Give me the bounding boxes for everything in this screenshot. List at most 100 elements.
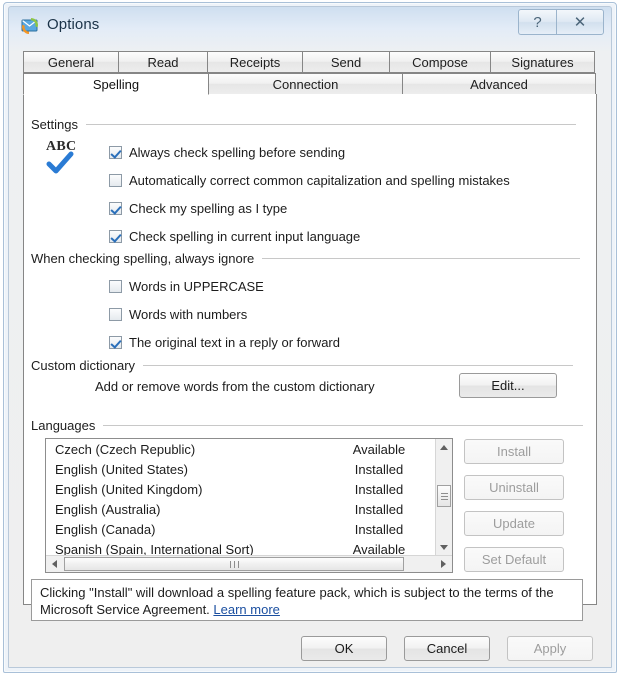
tab-spelling[interactable]: Spelling [23,73,209,95]
checkbox-indicator[interactable] [109,146,122,159]
checkbox-label: Words with numbers [129,307,248,322]
checkbox-label: Check spelling in current input language [129,229,361,244]
group-divider [262,258,581,259]
cancel-button[interactable]: Cancel [404,636,490,661]
language-name: English (Australia) [55,501,161,517]
tab-compose[interactable]: Compose [389,51,491,73]
group-header-custom-dictionary: Custom dictionary [31,358,583,373]
tab-receipts[interactable]: Receipts [207,51,303,73]
tab-strip: General Read Receipts Send Compose Signa… [23,51,597,95]
language-status: Installed [354,501,404,517]
group-divider [103,425,583,426]
language-row[interactable]: English (Australia) Installed [46,499,436,519]
checkbox-indicator[interactable] [109,308,122,321]
checkbox-label: Always check spelling before sending [129,145,346,160]
button-label: Apply [533,641,567,656]
language-status: Available [352,541,406,557]
language-row[interactable]: Czech (Czech Republic) Available [46,439,436,459]
group-label: Settings [31,117,78,132]
language-name: English (United Kingdom) [55,481,203,497]
button-label: Edit... [491,378,525,393]
tab-row-secondary: Spelling Connection Advanced [23,73,596,95]
tab-read[interactable]: Read [118,51,208,73]
language-name: English (Canada) [55,521,156,537]
tab-connection[interactable]: Connection [208,73,403,95]
languages-list-viewport: Czech (Czech Republic) Available English… [46,439,436,557]
window-title: Options [47,16,100,33]
tab-label: Connection [272,76,339,92]
scroll-down-arrow-icon[interactable] [436,539,452,556]
checkbox-indicator[interactable] [109,280,122,293]
checkbox-indicator[interactable] [109,202,122,215]
language-row[interactable]: English (United Kingdom) Installed [46,479,436,499]
checkbox-original-text-reply[interactable]: The original text in a reply or forward [109,335,340,350]
apply-button[interactable]: Apply [507,636,593,661]
tab-label: Spelling [92,76,140,92]
scroll-right-arrow-icon[interactable] [435,556,452,572]
tab-advanced[interactable]: Advanced [402,73,596,95]
uninstall-button[interactable]: Uninstall [464,475,564,500]
tab-label: Receipts [229,54,281,70]
button-label: Install [497,444,531,459]
group-header-languages: Languages [31,418,583,433]
horizontal-scroll-thumb[interactable] [64,557,404,571]
tab-signatures[interactable]: Signatures [490,51,595,73]
close-button[interactable]: ✕ [556,9,604,35]
help-button[interactable]: ? [518,9,556,35]
language-status: Installed [354,461,404,477]
tab-send[interactable]: Send [302,51,390,73]
group-label: When checking spelling, always ignore [31,251,255,266]
install-info-box: Clicking "Install" will download a spell… [31,579,583,621]
languages-horizontal-scrollbar[interactable] [46,555,452,572]
tab-label: Signatures [511,54,574,70]
scroll-up-arrow-icon[interactable] [436,439,452,456]
group-divider [85,124,576,125]
scroll-left-arrow-icon[interactable] [46,556,63,572]
checkbox-check-as-i-type[interactable]: Check my spelling as I type [109,201,287,216]
grip-icon [228,560,240,568]
options-window: Options ? ✕ General Read Receipts Send C… [3,2,617,673]
tab-label: Send [330,54,362,70]
checkbox-words-with-numbers[interactable]: Words with numbers [109,307,247,322]
edit-dictionary-button[interactable]: Edit... [459,373,557,398]
title-bar: Options ? ✕ [9,7,611,49]
checkbox-label: Automatically correct common capitalizat… [129,173,510,188]
update-button[interactable]: Update [464,511,564,536]
button-label: OK [334,641,354,656]
language-row[interactable]: Spanish (Spain, International Sort) Avai… [46,539,436,557]
caption-buttons: ? ✕ [518,9,604,35]
language-status: Installed [354,521,404,537]
install-info-sentence: Clicking "Install" will download a spell… [40,585,554,617]
options-dialog-screenshot: Options ? ✕ General Read Receipts Send C… [0,0,622,681]
install-info-text: Clicking "Install" will download a spell… [40,584,574,618]
tab-label: General [47,54,95,70]
checkbox-words-uppercase[interactable]: Words in UPPERCASE [109,279,264,294]
group-header-settings: Settings [31,117,583,132]
button-label: Cancel [426,641,468,656]
mail-options-icon [21,17,39,35]
install-button[interactable]: Install [464,439,564,464]
checkbox-indicator[interactable] [109,230,122,243]
checkbox-autocorrect[interactable]: Automatically correct common capitalizat… [109,173,510,188]
languages-listbox[interactable]: Czech (Czech Republic) Available English… [45,438,453,573]
language-status: Available [352,441,406,457]
custom-dictionary-description: Add or remove words from the custom dict… [95,379,375,394]
set-default-button[interactable]: Set Default [464,547,564,572]
checkbox-indicator[interactable] [109,174,122,187]
button-label: Update [493,516,535,531]
checkbox-current-input-language[interactable]: Check spelling in current input language [109,229,360,244]
tab-label: Read [147,54,179,70]
vertical-scroll-thumb[interactable] [437,485,451,507]
group-header-ignore: When checking spelling, always ignore [31,251,583,266]
group-divider [143,365,574,366]
checkbox-always-check-spelling[interactable]: Always check spelling before sending [109,145,345,160]
window-inner-frame: Options ? ✕ General Read Receipts Send C… [8,6,612,668]
checkbox-label: The original text in a reply or forward [129,335,340,350]
checkbox-indicator[interactable] [109,336,122,349]
language-row[interactable]: English (Canada) Installed [46,519,436,539]
ok-button[interactable]: OK [301,636,387,661]
learn-more-link[interactable]: Learn more [213,602,279,617]
language-row[interactable]: English (United States) Installed [46,459,436,479]
languages-vertical-scrollbar[interactable] [435,439,452,556]
tab-general[interactable]: General [23,51,119,73]
